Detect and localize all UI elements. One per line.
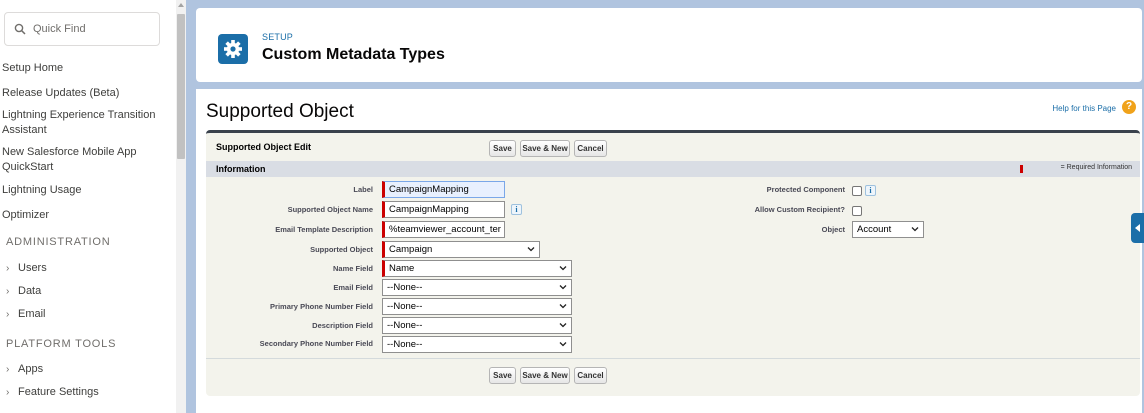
chevron-right-icon: › [6,263,10,274]
side-panel-toggle[interactable] [1131,213,1144,243]
secondary-phone-field-value: --None-- [387,339,423,350]
protected-component-label: Protected Component [766,185,845,194]
edit-form: Supported Object Edit Save Save & New Ca… [206,130,1140,396]
info-icon[interactable]: i [865,185,876,196]
sidebar-item-release-updates[interactable]: Release Updates (Beta) [2,86,172,101]
object-value: Account [857,224,892,235]
sidebar-item-optimizer[interactable]: Optimizer [2,208,172,223]
edit-form-title: Supported Object Edit [216,142,312,152]
form-footer-divider [206,358,1140,359]
supported-object-name-input[interactable]: CampaignMapping [382,201,505,218]
description-field-select[interactable]: --None-- [382,317,572,334]
chevron-right-icon: › [6,286,10,297]
sidebar-item-email[interactable]: › Email [6,308,46,320]
primary-phone-field-select[interactable]: --None-- [382,298,572,315]
allow-custom-recipient-checkbox[interactable] [852,206,862,216]
sidebar-section-platform-tools: PLATFORM TOOLS [6,338,117,350]
setup-breadcrumb: SETUP [262,32,294,42]
sidebar-item-label: Data [18,285,42,297]
question-icon[interactable]: ? [1122,100,1136,114]
supported-object-name-label: Supported Object Name [287,205,373,214]
object-select[interactable]: Account [852,221,924,238]
sidebar-item-users[interactable]: › Users [6,262,47,274]
chevron-right-icon: › [6,387,10,398]
information-section-header: Information = Required Information [206,161,1140,177]
email-template-description-input[interactable]: %teamviewer_account_ter [382,221,505,238]
sidebar-item-setup-home[interactable]: Setup Home [2,61,172,76]
email-field-value: --None-- [387,282,423,293]
sidebar-item-label: Users [18,262,47,274]
email-field-select[interactable]: --None-- [382,279,572,296]
primary-phone-field-value: --None-- [387,301,423,312]
quick-find-input[interactable] [33,21,153,37]
sidebar-item-lightning-transition[interactable]: Lightning Experience Transition Assistan… [2,108,167,138]
save-button-bottom[interactable]: Save [489,367,516,384]
chevron-down-icon [559,304,567,309]
name-field-value: Name [389,263,415,274]
sidebar-scrollbar[interactable] [176,0,186,413]
primary-phone-field-label: Primary Phone Number Field [270,302,373,311]
content-card: Supported Object Help for this Page ? Su… [196,89,1142,413]
section-title: Information [216,164,266,174]
name-field-label: Name Field [332,264,373,273]
supported-object-label: Supported Object [310,245,373,254]
sidebar-item-mobile-quickstart[interactable]: New Salesforce Mobile App QuickStart [2,145,152,175]
sidebar-item-feature-settings[interactable]: › Feature Settings [6,386,99,398]
search-icon [14,23,26,35]
setup-sidebar: Setup Home Release Updates (Beta) Lightn… [0,0,176,413]
scroll-up-icon[interactable] [178,3,184,7]
save-new-button[interactable]: Save & New [520,140,570,157]
chevron-down-icon [527,247,535,252]
sidebar-item-apps[interactable]: › Apps [6,363,43,375]
chevron-left-icon [1135,224,1140,232]
gear-icon [218,34,248,64]
secondary-phone-field-select[interactable]: --None-- [382,336,572,353]
allow-custom-recipient-label: Allow Custom Recipient? [754,205,845,214]
sidebar-item-label: Email [18,308,46,320]
object-label: Object [821,225,845,234]
label-input[interactable]: CampaignMapping [382,181,505,198]
sidebar-item-label: Feature Settings [18,386,99,398]
required-marker [1020,165,1023,173]
save-new-button-bottom[interactable]: Save & New [520,367,570,384]
sidebar-section-administration: ADMINISTRATION [6,236,111,248]
app-root: Setup Home Release Updates (Beta) Lightn… [0,0,1144,413]
label-field-label: Label [353,185,373,194]
sidebar-item-label: Apps [18,363,44,375]
record-heading: Supported Object [206,101,354,122]
email-field-label: Email Field [333,283,373,292]
chevron-down-icon [559,342,567,347]
scrollbar-thumb[interactable] [177,14,185,159]
supported-object-select[interactable]: Campaign [382,241,540,258]
supported-object-value: Campaign [389,244,433,255]
chevron-down-icon [559,323,567,328]
chevron-down-icon [559,266,567,271]
cancel-button[interactable]: Cancel [574,140,607,157]
page-title: Custom Metadata Types [262,46,445,63]
cancel-button-bottom[interactable]: Cancel [574,367,607,384]
page-header: SETUP Custom Metadata Types [196,8,1142,82]
sidebar-item-lightning-usage[interactable]: Lightning Usage [2,183,172,198]
main-area: SETUP Custom Metadata Types Supported Ob… [186,0,1144,413]
chevron-down-icon [911,227,919,232]
secondary-phone-field-label: Secondary Phone Number Field [259,339,373,348]
required-info-legend: = Required Information [1060,164,1132,171]
chevron-right-icon: › [6,364,10,375]
chevron-down-icon [559,285,567,290]
quick-find-box[interactable] [4,12,160,46]
name-field-select[interactable]: Name [382,260,572,277]
description-field-value: --None-- [387,320,423,331]
protected-component-checkbox[interactable] [852,186,862,196]
chevron-right-icon: › [6,309,10,320]
save-button[interactable]: Save [489,140,516,157]
description-field-label: Description Field [312,321,373,330]
help-link[interactable]: Help for this Page [1052,104,1116,113]
email-template-description-label: Email Template Description [275,225,373,234]
sidebar-item-data[interactable]: › Data [6,285,41,297]
info-icon[interactable]: i [511,204,522,215]
